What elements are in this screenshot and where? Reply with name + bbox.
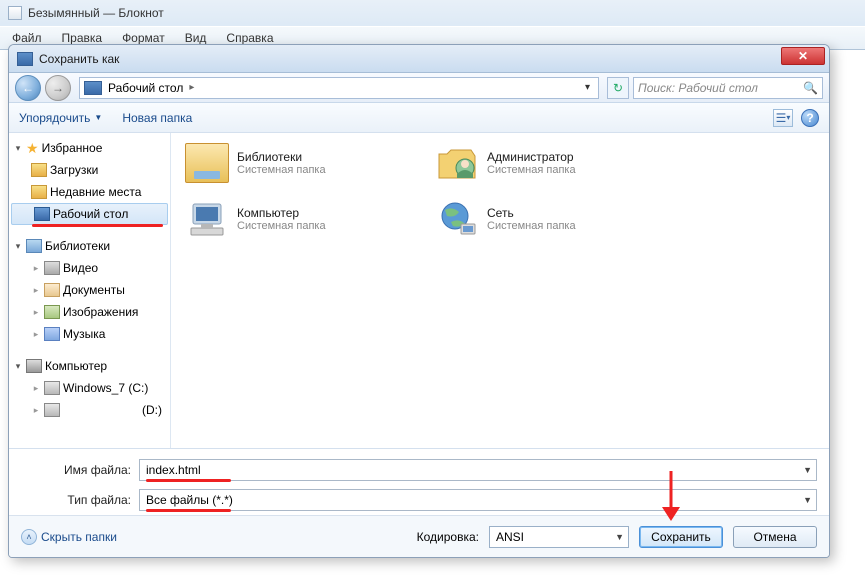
close-icon: ✕	[798, 49, 808, 63]
tree-favorites[interactable]: ▾★Избранное	[9, 137, 170, 159]
breadcrumb[interactable]: Рабочий стол ▸ ▾	[79, 77, 599, 99]
computer-icon	[26, 359, 42, 373]
filename-label: Имя файла:	[21, 463, 131, 477]
dialog-footer: ˄ Скрыть папки Кодировка: ANSI ▼ Сохрани…	[9, 515, 829, 557]
dialog-titlebar: Сохранить как ✕	[9, 45, 829, 73]
file-list[interactable]: БиблиотекиСистемная папка АдминистраторС…	[171, 133, 829, 448]
filename-value: index.html	[146, 463, 201, 477]
network-icon	[435, 199, 479, 239]
search-icon: 🔍	[803, 81, 818, 95]
organize-button[interactable]: Упорядочить ▼	[19, 111, 102, 125]
tree-downloads[interactable]: Загрузки	[9, 159, 170, 181]
dialog-title: Сохранить как	[39, 52, 119, 66]
item-computer[interactable]: КомпьютерСистемная папка	[183, 197, 413, 241]
tree-pictures[interactable]: ▸Изображения	[9, 301, 170, 323]
user-folder-icon	[435, 143, 479, 183]
tree-music[interactable]: ▸Музыка	[9, 323, 170, 345]
notepad-title: Безымянный — Блокнот	[28, 6, 164, 20]
nav-sidebar: ▾★Избранное Загрузки Недавние места Рабо…	[9, 133, 171, 448]
view-icon: ☰	[776, 111, 787, 125]
help-button[interactable]: ?	[801, 109, 819, 127]
chevron-up-icon: ˄	[21, 529, 37, 545]
video-icon	[44, 261, 60, 275]
fields: Имя файла: index.html ▼ Тип файла: Все ф…	[9, 449, 829, 515]
music-icon	[44, 327, 60, 341]
save-as-dialog: Сохранить как ✕ ← → Рабочий стол ▸ ▾ ↻ П…	[8, 44, 830, 558]
view-button[interactable]: ☰▾	[773, 109, 793, 127]
back-button[interactable]: ←	[15, 75, 41, 101]
document-icon	[44, 283, 60, 297]
refresh-button[interactable]: ↻	[607, 77, 629, 99]
chevron-down-icon: ▼	[94, 113, 102, 122]
help-icon: ?	[806, 111, 813, 125]
breadcrumb-location: Рабочий стол	[108, 81, 183, 95]
libraries-icon	[185, 143, 229, 183]
folder-icon	[31, 163, 47, 177]
close-button[interactable]: ✕	[781, 47, 825, 65]
filename-input[interactable]: index.html ▼	[139, 459, 817, 481]
forward-button[interactable]: →	[45, 75, 71, 101]
desktop-icon	[34, 207, 50, 221]
search-placeholder: Поиск: Рабочий стол	[638, 81, 758, 95]
tree-recent[interactable]: Недавние места	[9, 181, 170, 203]
item-admin[interactable]: АдминистраторСистемная папка	[433, 141, 663, 185]
save-icon	[17, 52, 33, 66]
drive-icon	[44, 403, 60, 417]
main-area: ▾★Избранное Загрузки Недавние места Рабо…	[9, 133, 829, 449]
filetype-value: Все файлы (*.*)	[146, 493, 233, 507]
tree-drive-d[interactable]: ▸(D:)	[9, 399, 170, 421]
image-icon	[44, 305, 60, 319]
item-libraries[interactable]: БиблиотекиСистемная папка	[183, 141, 413, 185]
notepad-icon	[8, 6, 22, 20]
arrow-left-icon: ←	[22, 81, 34, 95]
chevron-down-icon[interactable]: ▼	[803, 495, 812, 505]
hide-folders-button[interactable]: ˄ Скрыть папки	[21, 529, 117, 545]
star-icon: ★	[26, 140, 39, 157]
nav-row: ← → Рабочий стол ▸ ▾ ↻ Поиск: Рабочий ст…	[9, 73, 829, 103]
item-network[interactable]: СетьСистемная папка	[433, 197, 663, 241]
save-button[interactable]: Сохранить	[639, 526, 723, 548]
tree-drive-c[interactable]: ▸Windows_7 (C:)	[9, 377, 170, 399]
encoding-select[interactable]: ANSI ▼	[489, 526, 629, 548]
chevron-down-icon[interactable]: ▾	[581, 82, 594, 93]
new-folder-button[interactable]: Новая папка	[122, 111, 192, 125]
tree-computer[interactable]: ▾Компьютер	[9, 355, 170, 377]
encoding-label: Кодировка:	[417, 530, 479, 544]
desktop-icon	[84, 81, 102, 95]
cancel-button[interactable]: Отмена	[733, 526, 817, 548]
filetype-select[interactable]: Все файлы (*.*) ▼	[139, 489, 817, 511]
chevron-right-icon: ▸	[189, 82, 194, 93]
chevron-down-icon[interactable]: ▼	[615, 532, 624, 542]
drive-icon	[44, 381, 60, 395]
refresh-icon: ↻	[613, 81, 623, 95]
tree-documents[interactable]: ▸Документы	[9, 279, 170, 301]
tree-desktop[interactable]: Рабочий стол	[11, 203, 168, 225]
search-input[interactable]: Поиск: Рабочий стол 🔍	[633, 77, 823, 99]
toolbar: Упорядочить ▼ Новая папка ☰▾ ?	[9, 103, 829, 133]
arrow-right-icon: →	[52, 81, 64, 95]
folder-icon	[31, 185, 47, 199]
libraries-icon	[26, 239, 42, 253]
notepad-window: Безымянный — Блокнот Файл Правка Формат …	[0, 0, 865, 50]
tree-libraries[interactable]: ▾Библиотеки	[9, 235, 170, 257]
computer-icon	[185, 199, 229, 239]
tree-video[interactable]: ▸Видео	[9, 257, 170, 279]
chevron-down-icon[interactable]: ▼	[803, 465, 812, 475]
filetype-label: Тип файла:	[21, 493, 131, 507]
